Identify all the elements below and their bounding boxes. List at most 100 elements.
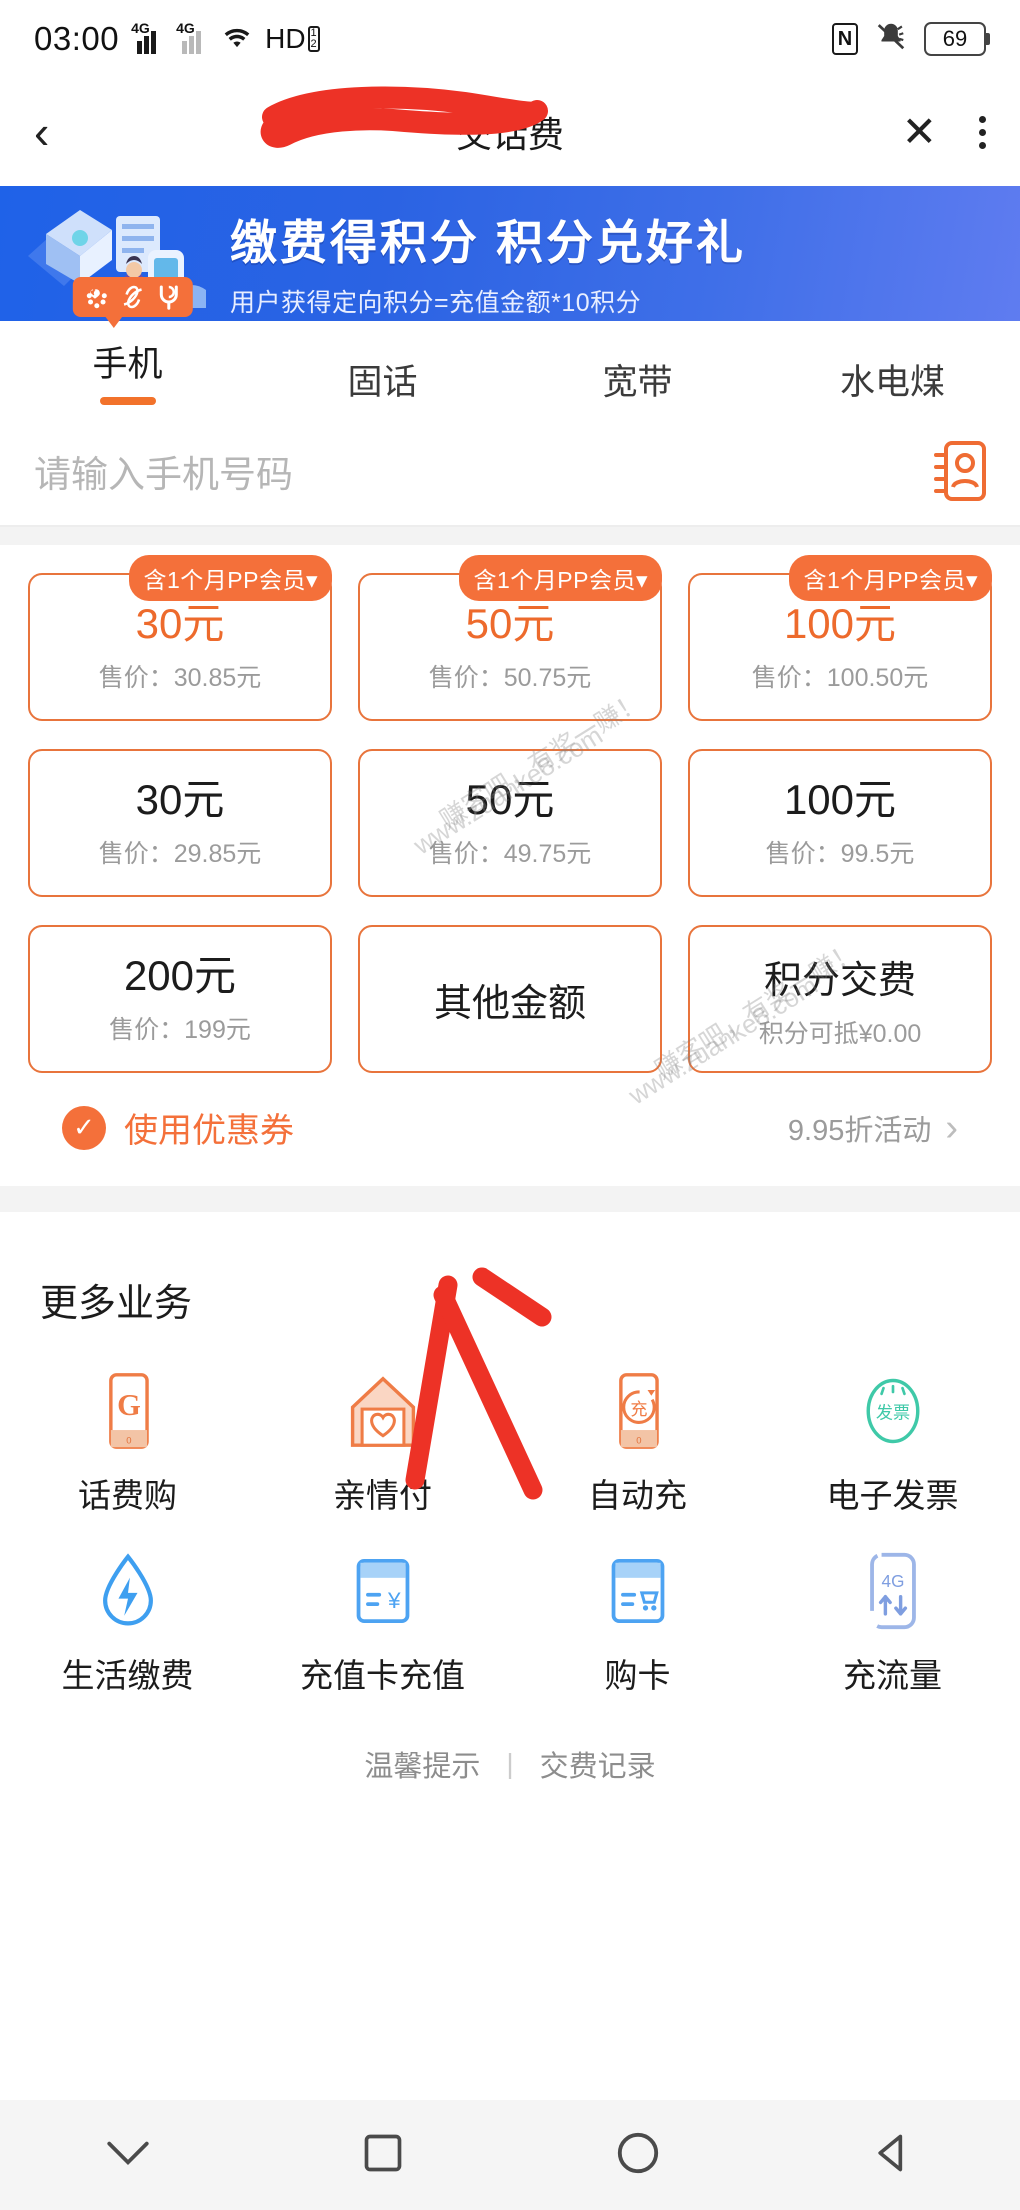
house-heart-icon: [345, 1371, 421, 1451]
amount-card[interactable]: 30元 售价：29.85元: [28, 749, 332, 897]
svg-text:¥: ¥: [387, 1588, 401, 1613]
square-icon[interactable]: [361, 2131, 405, 2180]
e-invoice-icon: 发票: [858, 1371, 928, 1451]
service-item-qinqingfu[interactable]: 亲情付: [255, 1371, 510, 1517]
carrier-badge: [72, 277, 193, 328]
phone-input-row[interactable]: 请输入手机号码: [0, 417, 1020, 527]
section-divider: [0, 527, 1020, 545]
card-yuan-icon: ¥: [351, 1551, 415, 1631]
tips-link[interactable]: 温馨提示: [364, 1743, 480, 1785]
amount-price: 售价：100.50元: [751, 664, 929, 693]
membership-ribbon[interactable]: 含1个月PP会员▾: [459, 555, 662, 601]
check-circle-icon[interactable]: ✓: [62, 1105, 106, 1150]
water-drop-bolt-icon: [97, 1551, 159, 1631]
membership-ribbon[interactable]: 含1个月PP会员▾: [789, 555, 992, 601]
amount-price: 售价：99.5元: [765, 840, 915, 869]
close-icon[interactable]: ✕: [902, 111, 937, 153]
amount-price: 售价：30.85元: [98, 664, 262, 693]
tab-broadband[interactable]: 宽带: [510, 321, 765, 417]
custom-amount-card[interactable]: 其他金额: [358, 925, 662, 1073]
status-bar-left: 03:00 4G 4G HD 1 2: [34, 20, 320, 58]
membership-ribbon[interactable]: 含1个月PP会员▾: [129, 555, 332, 601]
tab-label-utilities: 水电煤: [839, 363, 945, 402]
tab-utilities[interactable]: 水电煤: [765, 321, 1020, 417]
amount-price: 售价：49.75元: [428, 840, 592, 869]
android-nav-bar: [0, 2100, 1020, 2210]
coupon-activity: 9.95折活动: [787, 1114, 932, 1147]
amount-value: 100元: [783, 599, 897, 647]
svg-text:发票: 发票: [875, 1403, 909, 1423]
service-label: 充流量: [843, 1657, 942, 1694]
phone-number-input[interactable]: 请输入手机号码: [34, 444, 934, 498]
signal-sim1-icon: 4G: [130, 20, 164, 54]
services-grid: 0 G 话费购 亲情付 0 充 自动充 发票 电子发票 生活缴费 ¥ 充值卡充值…: [0, 1371, 1020, 1697]
hd-voice-icon: HD 1 2: [265, 23, 320, 55]
service-label: 充值卡充值: [300, 1657, 465, 1694]
payment-records-link[interactable]: 交费记录: [540, 1743, 656, 1785]
app-header: ‹ 交话费 ✕: [0, 78, 1020, 186]
tab-landline[interactable]: 固话: [255, 321, 510, 417]
phone-4g-icon: 4G: [862, 1551, 924, 1631]
amount-value: 200元: [123, 951, 237, 999]
amount-card[interactable]: 含1个月PP会员▾ 100元 售价：100.50元: [688, 555, 992, 721]
signal-sim1-label: 4G: [131, 20, 150, 36]
coupon-right[interactable]: 9.95折活动 ›: [788, 1107, 958, 1149]
nfc-icon: N: [832, 23, 858, 55]
bell-muted-icon: [874, 21, 908, 58]
signal-sim2-icon: 4G: [175, 20, 209, 54]
amount-value: 30元: [135, 599, 225, 647]
hd-label: HD: [265, 23, 306, 54]
amount-card[interactable]: 200元 售价：199元: [28, 925, 332, 1073]
wifi-icon: [220, 23, 254, 56]
svg-text:0: 0: [126, 1435, 131, 1446]
hd-sim-indicator: 1 2: [307, 26, 320, 52]
amount-card[interactable]: 含1个月PP会员▾ 50元 售价：50.75元: [358, 555, 662, 721]
phone-autorecharge-icon: 0 充: [605, 1371, 671, 1451]
phone-screen: 03:00 4G 4G HD 1 2 N 69 ‹ 交话费 ✕ 缴费得积分 积分…: [0, 0, 1020, 2210]
custom-amount-label: 其他金额: [433, 982, 586, 1025]
more-vertical-icon[interactable]: [979, 115, 986, 149]
battery-indicator: 69: [924, 22, 990, 56]
chevron-down-icon[interactable]: [105, 2138, 151, 2173]
banner-subtitle: 用户获得定向积分=充值金额*10积分: [230, 289, 642, 317]
section-divider-2: [0, 1186, 1020, 1212]
amount-value: 30元: [135, 775, 225, 823]
coupon-label: 使用优惠券: [124, 1112, 294, 1150]
service-item-shenghuojiaofei[interactable]: 生活缴费: [0, 1551, 255, 1697]
service-item-huafeigou[interactable]: 0 G 话费购: [0, 1371, 255, 1517]
amount-value: 50元: [465, 599, 555, 647]
svg-text:0: 0: [636, 1435, 641, 1446]
china-telecom-icon: [153, 282, 183, 312]
phone-coin-icon: 0 G: [95, 1371, 161, 1451]
amount-section: 含1个月PP会员▾ 30元 售价：30.85元 含1个月PP会员▾ 50元 售价…: [0, 545, 1020, 1186]
tab-label-landline: 固话: [347, 363, 418, 402]
contacts-icon[interactable]: [934, 441, 986, 501]
tab-label-mobile: 手机: [92, 345, 163, 384]
points-payment-label: 积分交费: [763, 959, 916, 1002]
amount-card[interactable]: 含1个月PP会员▾ 30元 售价：30.85元: [28, 555, 332, 721]
amount-value: 50元: [465, 775, 555, 823]
triangle-back-icon[interactable]: [871, 2131, 915, 2180]
coupon-row[interactable]: ✓ 使用优惠券 9.95折活动 ›: [28, 1073, 992, 1186]
service-item-zidongchong[interactable]: 0 充 自动充: [510, 1371, 765, 1517]
points-payment-card[interactable]: 积分交费 积分可抵¥0.00: [688, 925, 992, 1073]
amount-card[interactable]: 100元 售价：99.5元: [688, 749, 992, 897]
chevron-left-icon[interactable]: ‹: [34, 109, 94, 155]
footer-links: 温馨提示 | 交费记录: [0, 1697, 1020, 1825]
service-label: 亲情付: [333, 1477, 432, 1514]
service-item-chongzhikachongzhi[interactable]: ¥ 充值卡充值: [255, 1551, 510, 1697]
status-time: 03:00: [34, 20, 120, 57]
amount-price: 售价：50.75元: [428, 664, 592, 693]
svg-text:充: 充: [630, 1399, 647, 1419]
tab-active-underline: [99, 397, 156, 405]
more-services-section: 更多业务 0 G 话费购 亲情付 0 充 自动充 发票 电子发票 生活缴费 ¥ …: [0, 1212, 1020, 1697]
chevron-right-icon[interactable]: ›: [945, 1109, 958, 1147]
service-item-chongliuliang[interactable]: 4G 充流量: [765, 1551, 1020, 1697]
service-item-dianzifapiao[interactable]: 发票 电子发票: [765, 1371, 1020, 1517]
circle-icon[interactable]: [615, 2130, 661, 2181]
service-item-gouka[interactable]: 购卡: [510, 1551, 765, 1697]
card-cart-icon: [606, 1551, 670, 1631]
banner-text: 缴费得积分 积分兑好礼 用户获得定向积分=充值金额*10积分: [230, 204, 1006, 319]
amount-card[interactable]: 50元 售价：49.75元: [358, 749, 662, 897]
tab-mobile[interactable]: 手机: [0, 277, 255, 417]
